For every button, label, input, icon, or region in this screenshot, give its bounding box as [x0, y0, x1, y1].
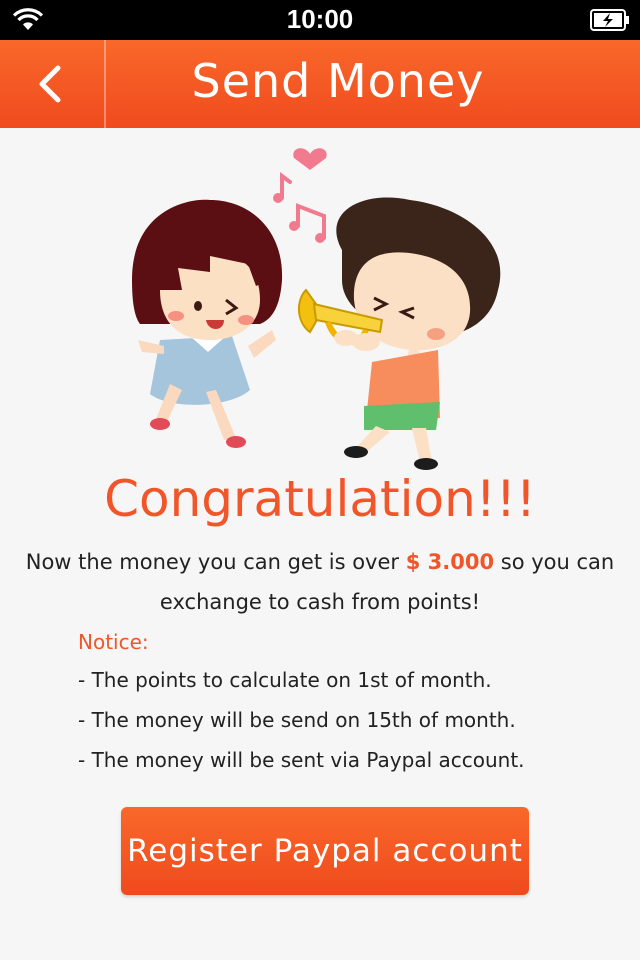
notice-line: - The money will be send on 15th of mont… — [78, 708, 516, 732]
reward-message: Now the money you can get is over $ 3.00… — [20, 542, 620, 622]
page-title: Send Money — [191, 54, 485, 108]
congratulation-heading: Congratulation!!! — [104, 470, 536, 528]
register-paypal-button[interactable]: Register Paypal account — [121, 807, 529, 895]
notice-section: Notice: - The points to calculate on 1st… — [78, 624, 598, 780]
money-amount: $ 3.000 — [405, 550, 495, 574]
status-bar: 10:00 — [0, 0, 640, 40]
nav-bar: Send Money — [0, 40, 640, 128]
notice-line: - The points to calculate on 1st of mont… — [78, 668, 492, 692]
kids-trumpet-illustration — [132, 148, 501, 470]
status-time: 10:00 — [286, 4, 354, 34]
chevron-left-icon — [39, 65, 61, 103]
battery-charging-icon — [590, 9, 629, 31]
message-prefix: Now the money you can get is over — [25, 550, 400, 574]
notice-line: - The money will be sent via Paypal acco… — [78, 748, 525, 772]
back-button[interactable] — [0, 40, 104, 128]
notice-title: Notice: — [78, 630, 149, 654]
